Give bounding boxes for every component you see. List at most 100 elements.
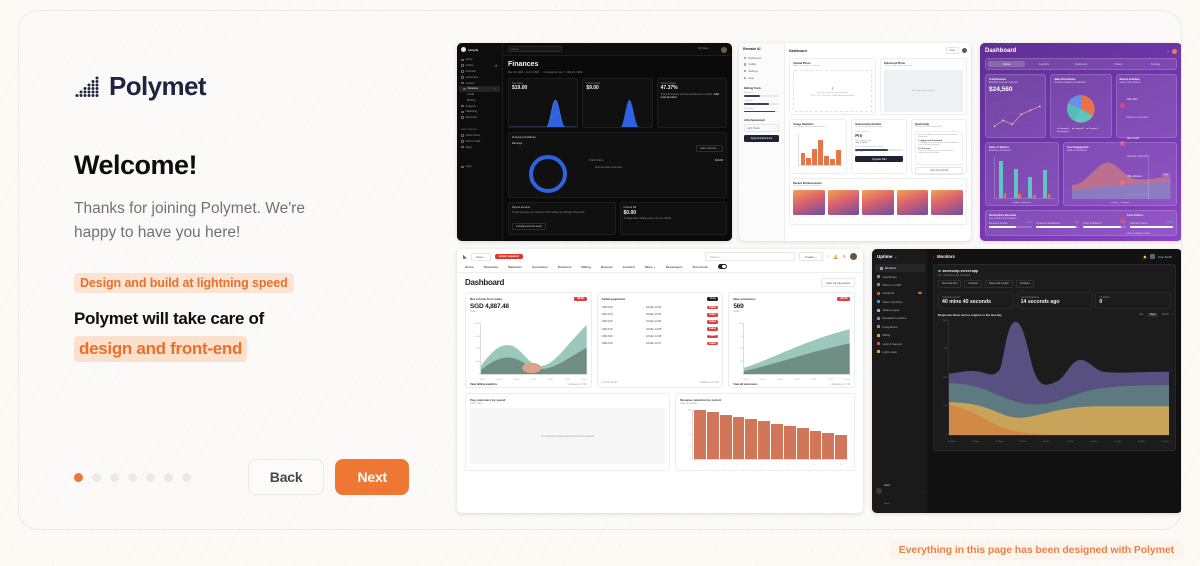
s4-failed-today-badge[interactable]: Today (707, 297, 719, 301)
s2-ai-select[interactable]: Light Shade ⌄ (744, 124, 779, 133)
s4-create-button[interactable]: Create ⌄ (798, 252, 824, 261)
tab-customers[interactable]: Customers (1062, 61, 1099, 67)
s5-nav-whos-on-call[interactable]: Who's on-call? (872, 281, 927, 289)
s1-date-range[interactable]: Mar 24, 2024 - Jun 9, 2024 (508, 71, 539, 74)
s2-tool-brightness-slider[interactable] (744, 95, 779, 97)
s5-nav-incidents[interactable]: Incidents 2 (872, 289, 927, 297)
s5-nav-team-members[interactable]: Team members (872, 298, 927, 306)
step-dot-2[interactable] (92, 472, 101, 482)
s5-nav-heartbeats[interactable]: Heartbeats (872, 272, 927, 280)
table-row[interactable]: USD 6.00 24 Mar, 16:02 Failed (602, 304, 719, 311)
tab-home[interactable]: Home (988, 61, 1026, 67)
s5-nav-monitors[interactable]: Monitors (874, 264, 925, 273)
table-row[interactable]: USD 6.00 24 Mar, 15:03 Failed (602, 311, 719, 318)
s1-user-name[interactable]: My Store (698, 47, 708, 50)
s4-nav-connect[interactable]: Connect (623, 265, 635, 269)
s2-nav-settings[interactable]: Settings (739, 68, 784, 75)
s4-nav-balances[interactable]: Balances (508, 265, 522, 269)
table-row[interactable]: USD 6.00 24 Mar, 13:05 Failed (602, 326, 719, 333)
s2-avatar[interactable] (962, 48, 967, 53)
s3-bell-icon[interactable]: ⌁ (1167, 49, 1169, 53)
tab-settings[interactable]: Settings (1137, 61, 1174, 67)
step-dot-6[interactable] (164, 472, 173, 482)
step-dot-4[interactable] (128, 472, 137, 482)
s1-sales-channels-button[interactable]: Sales channels ⌄ (696, 145, 723, 152)
s2-upgrade-button[interactable]: Upgrade Plan (855, 155, 904, 163)
tab-analytics[interactable]: Analytics (1025, 61, 1062, 67)
s2-thumb[interactable] (862, 190, 894, 215)
table-row[interactable]: USD 6.00 24 Mar, 11:07 Failed (602, 340, 719, 347)
s1-nav-apps[interactable]: Apps (457, 164, 502, 170)
s2-nav-help[interactable]: Help (739, 75, 784, 82)
s4-view-all-customers[interactable]: View all customers (733, 383, 757, 386)
s4-nav-payments[interactable]: Payments (484, 265, 499, 269)
s4-notifications-icon[interactable]: 🔔 (833, 254, 838, 259)
s2-tutorial-button[interactable]: View Full Tutorial (915, 167, 964, 175)
s5-nav-escalation-policies[interactable]: Escalation policies (872, 314, 927, 322)
s2-tool-contrast-slider[interactable] (744, 102, 779, 105)
screenshot-shopify-finances[interactable]: shopify Home Orders 2 Products Customers… (457, 43, 732, 241)
s4-avatar[interactable] (850, 253, 857, 260)
s5-configure-button[interactable]: Configure (1015, 280, 1035, 288)
s1-complete-setup-button[interactable]: Complete account setup (512, 222, 546, 231)
s2-save-button[interactable]: Save (945, 47, 959, 54)
s5-nav-integrations[interactable]: Integrations (872, 323, 927, 331)
s5-nav-light-mode[interactable]: Light mode (872, 348, 927, 356)
screenshot-payments-dashboard[interactable]: ◣ Jane ⌄ Action required Search... Creat… (457, 249, 863, 513)
s4-view-billing-analytics[interactable]: View billing analytics (470, 383, 497, 386)
s1-avatar[interactable] (721, 46, 727, 53)
tab-orders[interactable]: Orders (1100, 61, 1137, 67)
s4-nav-products[interactable]: Products (558, 265, 571, 269)
table-row[interactable]: USD 6.00 24 Mar, 12:06 Failed (602, 333, 719, 340)
s5-pause-monitor-button[interactable]: Pause this monitor (985, 280, 1013, 288)
s5-bell-icon[interactable]: 🔔 (1143, 255, 1147, 259)
s5-nav-billing[interactable]: Billing (872, 331, 927, 339)
s5-range-month[interactable]: Month (1160, 313, 1171, 317)
s4-help-icon[interactable]: ? (827, 254, 829, 259)
step-dot-7[interactable] (182, 472, 191, 482)
s5-send-test-alert-button[interactable]: Send test alert (938, 280, 962, 288)
step-dot-5[interactable] (146, 472, 155, 482)
s2-apply-enhancement-button[interactable]: Apply Enhancement (744, 135, 779, 143)
next-button[interactable]: Next (335, 459, 409, 495)
s2-upload-dropzone[interactable]: ⬆ Click to upload or drag and drop PNG, … (793, 70, 872, 112)
back-button[interactable]: Back (247, 459, 325, 495)
s1-nav-shop[interactable]: Shop (457, 144, 502, 150)
s4-nav-billing[interactable]: Billing (581, 265, 590, 269)
screenshot-purple-dashboard[interactable]: Dashboard ⌁ Home Analytics Customers Ord… (980, 43, 1181, 241)
s5-nav-help-support[interactable]: Help & Support (872, 339, 927, 347)
s1-view-all-channels[interactable]: View all sales channels (595, 166, 622, 169)
s5-grid-icon[interactable] (1149, 254, 1155, 259)
s2-thumb[interactable] (896, 190, 929, 215)
s4-action-required-badge[interactable]: Action required (494, 253, 523, 260)
s5-back-chevron-icon[interactable]: ‹ (933, 255, 934, 259)
s3-avatar[interactable] (1172, 48, 1177, 54)
screenshot-uptime-monitors[interactable]: Uptime ⌄ Monitors Heartbeats Who's on-ca… (872, 249, 1181, 513)
s5-incidents-button[interactable]: Incidents (964, 280, 982, 288)
s2-nav-gallery[interactable]: Gallery (739, 62, 784, 69)
s4-nav-more[interactable]: More ⌄ (645, 265, 656, 269)
s4-nav-reports[interactable]: Reports (601, 265, 613, 269)
s2-nav-dashboard[interactable]: Dashboard (739, 55, 784, 62)
screenshot-remade-ai[interactable]: Remade AI Dashboard Gallery Settings Hel… (739, 43, 971, 241)
s1-search-input[interactable]: Search (508, 46, 562, 52)
s4-account-switcher[interactable]: Jane ⌄ (470, 252, 491, 261)
s2-thumb[interactable] (793, 190, 825, 215)
s4-nav-developers[interactable]: Developers (666, 265, 683, 269)
s5-range-day[interactable]: Day (1137, 313, 1146, 317)
s5-sidebar-footer[interactable]: Team Admin ⌄ (872, 473, 927, 509)
s2-thumb[interactable] (931, 190, 963, 215)
s5-user-name[interactable]: Jane Smith (1158, 255, 1172, 259)
s2-tool-saturation-slider[interactable] (744, 110, 779, 113)
s5-range-week[interactable]: Week (1147, 312, 1159, 317)
s5-monitor-url[interactable]: acmecorp.vercel.app (943, 269, 979, 273)
s5-nav-status-pages[interactable]: Status pages (872, 306, 927, 314)
table-row[interactable]: USD 6.00 24 Mar, 14:04 Failed (602, 318, 719, 325)
step-dot-1[interactable] (74, 472, 83, 482)
s4-nav-home[interactable]: Home (465, 265, 474, 269)
s2-thumb[interactable] (827, 190, 860, 215)
s4-search-input[interactable]: Search... (704, 252, 795, 261)
s4-settings-icon[interactable]: ⚙ (842, 254, 846, 259)
step-dot-3[interactable] (110, 472, 119, 482)
s4-view-all-payments-button[interactable]: View all payments (820, 278, 855, 287)
